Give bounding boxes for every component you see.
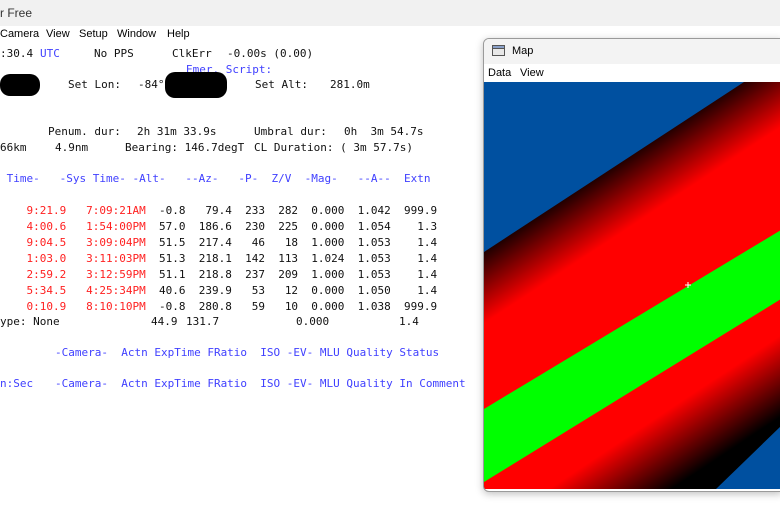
cl-duration: CL Duration: ( 3m 57.7s) [254, 141, 413, 154]
set-alt-value: 281.0m [330, 78, 370, 91]
status-clkerr-label: ClkErr [172, 47, 212, 60]
redaction-mark [0, 74, 40, 96]
set-alt-label: Set Alt: [255, 78, 308, 91]
row-values: -0.8 280.8 59 10 0.000 1.038 999.9 [158, 300, 438, 313]
menu-window[interactable]: Window [117, 28, 156, 40]
map-window[interactable]: Map Data View [483, 38, 780, 492]
camera-header-2: -Camera- Actn ExpTime FRatio ISO -EV- ML… [55, 377, 466, 390]
eclipse-path-map[interactable] [484, 82, 780, 489]
umbral-value: 0h 3m 54.7s [344, 125, 424, 138]
menu-help[interactable]: Help [167, 28, 190, 40]
menu-setup[interactable]: Setup [79, 28, 108, 40]
penum-label: Penum. dur: [48, 125, 121, 138]
status-tz: UTC [40, 47, 60, 60]
set-lon-label: Set Lon: [68, 78, 121, 91]
app-titlebar: r Free [0, 0, 780, 26]
set-lon-value: -84° [138, 78, 165, 91]
type-mag: 0.000 [296, 315, 330, 328]
window-app-icon [492, 45, 505, 56]
camera-header-2-prefix: n:Sec [0, 377, 34, 390]
row-time: 0:10.9 [26, 300, 67, 313]
app-title: r Free [0, 6, 33, 20]
path-width: 66km [0, 141, 27, 154]
path-bearing: Bearing: 146.7degT [125, 141, 245, 154]
type-az: 131.7 [186, 315, 220, 328]
redaction-mark [165, 72, 227, 98]
path-distance: 4.9nm [55, 141, 89, 154]
map-window-title: Map [512, 45, 534, 57]
row-sys-time: 8:10:10PM [86, 300, 153, 313]
status-clkerr-value: -0.00s (0.00) [227, 47, 314, 60]
camera-header-1: -Camera- Actn ExpTime FRatio ISO -EV- ML… [55, 346, 440, 359]
umbral-label: Umbral dur: [254, 125, 327, 138]
status-pps: No PPS [94, 47, 134, 60]
map-menu-data[interactable]: Data [488, 67, 511, 79]
map-menu-view[interactable]: View [520, 67, 544, 79]
penum-value: 2h 31m 33.9s [137, 125, 217, 138]
type-alt: 44.9 [151, 315, 178, 328]
status-time: :30.4 [0, 47, 34, 60]
type-extn: 1.4 [399, 315, 419, 328]
menu-camera[interactable]: Camera [0, 28, 39, 40]
map-window-titlebar[interactable]: Map [484, 39, 780, 64]
menu-view[interactable]: View [46, 28, 70, 40]
map-menu-bar: Data View [484, 64, 780, 82]
type-label: ype: None [0, 315, 60, 328]
table-header: Time- -Sys Time- -Alt- --Az- -P- Z/V -Ma… [0, 172, 431, 185]
